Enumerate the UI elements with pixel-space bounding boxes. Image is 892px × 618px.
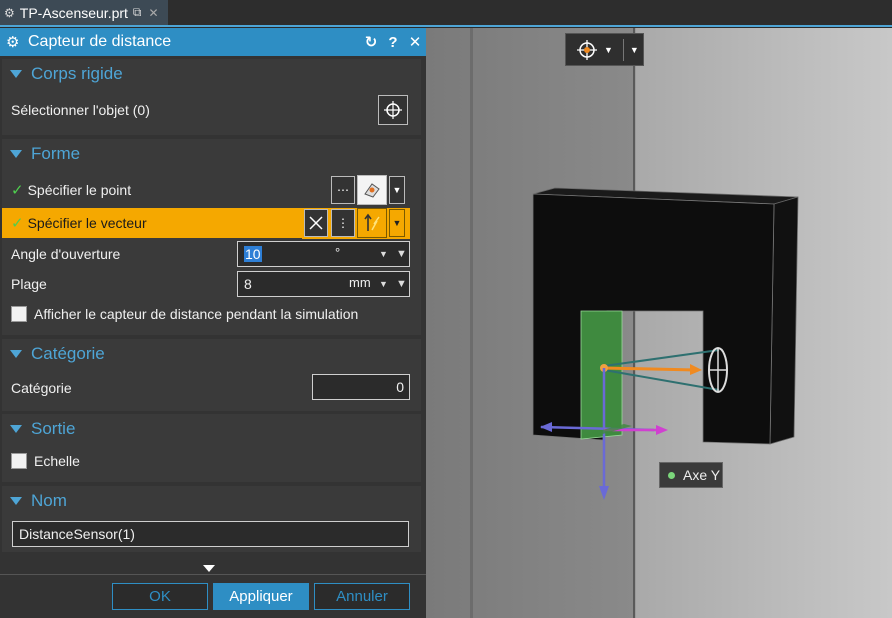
section-header-shape[interactable]: Forme	[2, 139, 421, 169]
help-icon[interactable]: ?	[382, 34, 404, 51]
angle-value: 10	[244, 246, 262, 262]
tab-bar: ⚙ TP-Ascenseur.prt ⧉ ✕	[0, 0, 892, 27]
reverse-direction-button[interactable]	[304, 209, 328, 237]
sensor-ray-head	[690, 364, 702, 375]
name-value: DistanceSensor(1)	[19, 526, 135, 542]
collapse-icon	[10, 70, 22, 78]
reset-icon[interactable]: ↻	[360, 33, 382, 51]
tab-document[interactable]: ⚙ TP-Ascenseur.prt ⧉ ✕	[0, 0, 168, 25]
axis-tooltip: Axe Y	[659, 462, 723, 488]
collapse-icon	[10, 497, 22, 505]
part-icon: ⚙	[4, 5, 15, 20]
point-on-face-icon	[364, 183, 380, 198]
triad-z-head	[599, 486, 609, 500]
category-input[interactable]: 0	[312, 374, 410, 400]
show-sensor-checkbox[interactable]	[11, 306, 27, 322]
sensor-plate	[580, 310, 623, 440]
range-unit: mm	[349, 275, 371, 290]
category-label: Catégorie	[11, 380, 72, 396]
scale-label: Echelle	[34, 453, 80, 469]
name-input[interactable]: DistanceSensor(1)	[12, 521, 409, 547]
reverse-direction-icon	[309, 216, 323, 230]
specify-vector-label: Spécifier le vecteur	[27, 215, 147, 231]
section-name: Nom DistanceSensor(1)	[2, 486, 421, 552]
close-tab-icon[interactable]: ✕	[149, 6, 159, 20]
triad-y-head	[656, 425, 668, 435]
collapse-icon	[10, 425, 22, 433]
section-header-output[interactable]: Sortie	[2, 414, 421, 444]
point-type-button[interactable]	[357, 175, 387, 205]
angle-dropdown-icon[interactable]: ▼	[396, 248, 407, 260]
expand-more-icon[interactable]	[203, 565, 215, 572]
angle-unit-dropdown-icon[interactable]: ▼	[379, 249, 388, 259]
select-object-label: Sélectionner l'objet (0)	[11, 102, 150, 118]
gear-icon: ⚙	[6, 34, 20, 51]
collapse-icon	[10, 150, 22, 158]
collapse-icon	[10, 350, 22, 358]
show-sensor-label: Afficher le capteur de distance pendant …	[34, 306, 359, 322]
external-link-icon[interactable]: ⧉	[133, 5, 142, 20]
range-dropdown-icon[interactable]: ▼	[396, 278, 407, 290]
section-shape: Forme ✓ Spécifier le point ⋯ ▼ ✓ Spécifi…	[2, 139, 421, 335]
vector-dialog-button[interactable]: ⋮	[331, 209, 355, 237]
scale-row: Echelle	[2, 446, 421, 476]
axis-label: Axe Y	[683, 467, 721, 483]
category-value: 0	[396, 379, 404, 395]
u-part-side-face	[769, 196, 799, 445]
check-icon: ✓	[11, 182, 24, 199]
dialog-title-bar: ⚙ Capteur de distance ↻ ? ✕	[0, 28, 426, 56]
section-header-name[interactable]: Nom	[2, 486, 421, 516]
section-category: Catégorie Catégorie 0	[2, 339, 421, 411]
u-part-front-face	[532, 193, 775, 445]
select-object-button[interactable]	[378, 95, 408, 125]
vector-type-button[interactable]	[357, 208, 387, 238]
scale-checkbox[interactable]	[11, 453, 27, 469]
specify-point-label: Spécifier le point	[27, 182, 132, 198]
angle-label: Angle d'ouverture	[11, 246, 121, 262]
close-icon[interactable]: ✕	[404, 33, 426, 51]
inferred-vector-icon	[364, 213, 380, 231]
section-rigid-body: Corps rigide Sélectionner l'objet (0)	[2, 59, 421, 135]
range-unit-dropdown-icon[interactable]: ▼	[379, 279, 388, 289]
footer-divider	[0, 574, 426, 575]
3d-viewport[interactable]: ▼ ▼ Axe Y	[426, 28, 892, 618]
scene-drawing	[532, 187, 799, 500]
range-value: 8	[244, 276, 252, 292]
section-header-category[interactable]: Catégorie	[2, 339, 421, 369]
crosshair-icon	[384, 101, 402, 119]
vector-type-dropdown[interactable]: ▼	[389, 209, 405, 237]
cancel-button[interactable]: Annuler	[314, 583, 410, 610]
dialog-title: Capteur de distance	[28, 33, 172, 50]
tab-title: TP-Ascenseur.prt	[19, 4, 128, 21]
ok-button[interactable]: OK	[112, 583, 208, 610]
select-object-row: Sélectionner l'objet (0)	[2, 95, 421, 125]
apply-button[interactable]: Appliquer	[213, 583, 309, 610]
point-dialog-button[interactable]: ⋯	[331, 176, 355, 204]
point-dots-icon: ⋯	[337, 183, 349, 197]
point-type-dropdown[interactable]: ▼	[389, 176, 405, 204]
distance-sensor-dialog: ⚙ Capteur de distance ↻ ? ✕ Corps rigide…	[0, 28, 426, 618]
axis-dot-icon	[668, 471, 675, 479]
range-label: Plage	[11, 276, 47, 292]
vector-dots-icon: ⋮	[337, 216, 349, 230]
show-sensor-row: Afficher le capteur de distance pendant …	[2, 299, 421, 329]
check-icon: ✓	[11, 215, 24, 232]
section-header-rigid-body[interactable]: Corps rigide	[2, 59, 421, 89]
angle-unit: °	[335, 245, 341, 260]
sensor-ray	[603, 366, 697, 372]
specify-vector-row[interactable]: ✓ Spécifier le vecteur	[2, 208, 302, 238]
section-output: Sortie Echelle	[2, 414, 421, 482]
